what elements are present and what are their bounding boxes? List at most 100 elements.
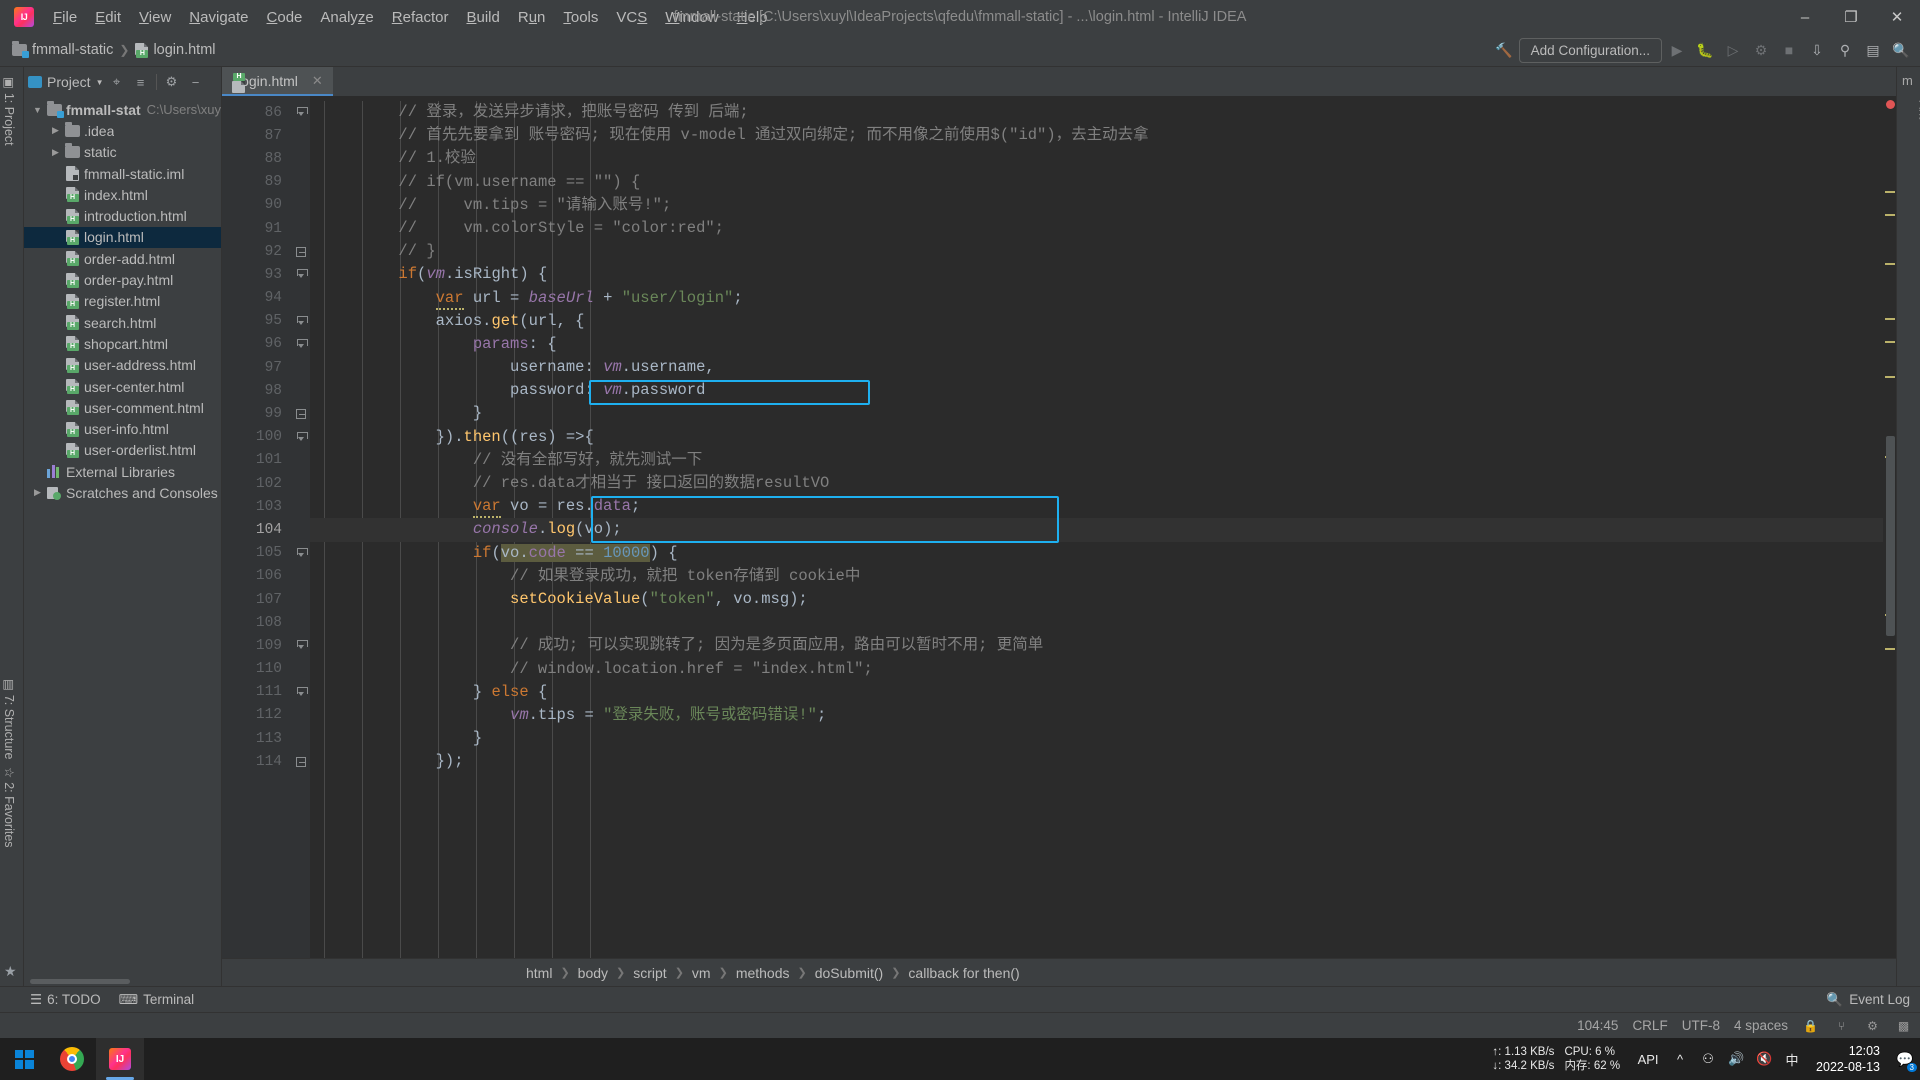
gutter-line-88[interactable]: 88	[222, 147, 288, 170]
memory-icon[interactable]: ▩	[1895, 1017, 1912, 1034]
breadcrumb-body[interactable]: body	[574, 964, 612, 982]
code-line-94[interactable]: var url = baseUrl + "user/login";	[310, 287, 1883, 310]
code-line-87[interactable]: // 首先先要拿到 账号密码; 现在使用 v-model 通过双向绑定; 而不用…	[310, 124, 1883, 147]
code-line-99[interactable]: }	[310, 402, 1883, 425]
search-icon[interactable]: 🔍	[1888, 37, 1914, 63]
fold-region-icon[interactable]	[294, 639, 308, 653]
menu-item-analyze[interactable]: Analyze	[311, 6, 382, 29]
indent-setting[interactable]: 4 spaces	[1734, 1018, 1788, 1033]
run-coverage-icon[interactable]: ▷	[1720, 37, 1746, 63]
fold-region-icon[interactable]	[294, 337, 308, 351]
code-line-95[interactable]: axios.get(url, {	[310, 310, 1883, 333]
gutter-line-108[interactable]: 108	[222, 611, 288, 634]
navbar-crumb-file[interactable]: H login.html	[135, 42, 216, 58]
tool-window-event-log[interactable]: 🔍 Event Log	[1826, 992, 1910, 1008]
tree-item-login-html[interactable]: Hlogin.html	[24, 226, 221, 249]
code-line-105[interactable]: if(vo.code == 10000) {	[310, 542, 1883, 565]
stop-icon[interactable]: ■	[1776, 37, 1802, 63]
lock-icon[interactable]: 🔒	[1802, 1017, 1819, 1034]
error-stripe-badge[interactable]	[1886, 100, 1895, 109]
profile-icon[interactable]: ⚙	[1748, 37, 1774, 63]
notification-center-icon[interactable]: 💬 3	[1890, 1038, 1920, 1080]
gutter-line-113[interactable]: 113	[222, 727, 288, 750]
windows-start-icon[interactable]	[0, 1038, 48, 1080]
code-line-86[interactable]: // 登录，发送异步请求，把账号密码 传到 后端;	[310, 101, 1883, 124]
project-file-tree[interactable]: ▼ fmmall-static C:\Users\xuy ▶ .idea ▶ static f…	[24, 97, 221, 977]
gutter-line-109[interactable]: 109	[222, 634, 308, 657]
mute-icon[interactable]: 🔇	[1750, 1038, 1778, 1080]
source-code[interactable]: // 登录，发送异步请求，把账号密码 传到 后端; // 首先先要拿到 账号密码…	[310, 96, 1883, 958]
maven-icon[interactable]: m	[1902, 73, 1913, 88]
gutter-line-101[interactable]: 101	[222, 449, 288, 472]
usb-icon[interactable]: ⚇	[1694, 1038, 1722, 1080]
navbar-crumb-project[interactable]: fmmall-static	[12, 41, 113, 58]
code-line-91[interactable]: // vm.colorStyle = "color:red";	[310, 217, 1883, 240]
tree-item-introduction-html[interactable]: Hintroduction.html	[24, 205, 221, 226]
debug-icon[interactable]: 🐛	[1692, 37, 1718, 63]
hide-icon[interactable]: −	[185, 71, 207, 93]
breadcrumb-dosubmit[interactable]: doSubmit()	[811, 964, 887, 982]
fold-region-icon[interactable]	[294, 430, 308, 444]
tree-item-fmmall-static[interactable]: ▼ fmmall-static C:\Users\xuy	[24, 99, 221, 120]
gutter-line-89[interactable]: 89	[222, 171, 288, 194]
tree-item-user-center-html[interactable]: Huser-center.html	[24, 376, 221, 397]
code-line-96[interactable]: params: {	[310, 333, 1883, 356]
tree-item-register-html[interactable]: Hregister.html	[24, 291, 221, 312]
menu-item-navigate[interactable]: Navigate	[180, 6, 257, 29]
gutter-line-112[interactable]: 112	[222, 704, 288, 727]
breadcrumb-methods[interactable]: methods	[732, 964, 794, 982]
code-line-101[interactable]: // 没有全部写好，就先测试一下	[310, 449, 1883, 472]
editor-tab-login-html[interactable]: H login.html ✕	[222, 67, 333, 96]
chevron-right-icon[interactable]: ▶	[48, 125, 63, 136]
code-line-89[interactable]: // if(vm.username == "") {	[310, 171, 1883, 194]
gutter-line-111[interactable]: 111	[222, 681, 308, 704]
project-panel-title[interactable]: Project ▼	[28, 74, 104, 90]
gutter-line-105[interactable]: 105	[222, 542, 308, 565]
code-line-109[interactable]: // 成功; 可以实现跳转了; 因为是多页面应用，路由可以暂时不用; 更简单	[310, 634, 1883, 657]
tree-item-index-html[interactable]: Hindex.html	[24, 184, 221, 205]
code-line-102[interactable]: // res.data才相当于 接口返回的数据resultVO	[310, 472, 1883, 495]
tree-item-idea[interactable]: ▶ .idea	[24, 120, 221, 141]
menu-item-tools[interactable]: Tools	[554, 6, 607, 29]
code-line-98[interactable]: password: vm.password	[310, 379, 1883, 402]
gutter-line-110[interactable]: 110	[222, 658, 288, 681]
menu-item-code[interactable]: Code	[258, 6, 312, 29]
breadcrumb-script[interactable]: script	[629, 964, 670, 982]
close-icon[interactable]: ✕	[312, 73, 323, 89]
fold-collapse-icon[interactable]	[294, 755, 308, 769]
gutter-line-92[interactable]: 92	[222, 240, 306, 263]
fold-region-icon[interactable]	[294, 106, 308, 120]
code-line-93[interactable]: if(vm.isRight) {	[310, 263, 1883, 286]
gutter-line-91[interactable]: 91	[222, 217, 288, 240]
fold-region-icon[interactable]	[294, 314, 308, 328]
code-line-107[interactable]: setCookieValue("token", vo.msg);	[310, 588, 1883, 611]
gutter-line-87[interactable]: 87	[222, 124, 288, 147]
sidebar-tab-ant[interactable]: Ant	[1916, 101, 1920, 120]
network-speed-indicator[interactable]: ↑: 1.13 KB/s ↓: 34.2 KB/s	[1492, 1045, 1554, 1073]
sidebar-tab-favorites[interactable]: ☆2: Favorites	[2, 767, 17, 848]
sidebar-tab-project[interactable]: ▣1: Project	[2, 77, 17, 146]
fold-region-icon[interactable]	[294, 546, 308, 560]
tree-item-static[interactable]: ▶ static	[24, 142, 221, 163]
tree-item-user-info-html[interactable]: Huser-info.html	[24, 418, 221, 439]
gutter-line-98[interactable]: 98	[222, 379, 288, 402]
caret-position[interactable]: 104:45	[1577, 1018, 1618, 1033]
code-line-114[interactable]: });	[310, 750, 1883, 773]
gutter-line-114[interactable]: 114	[222, 750, 306, 773]
close-button[interactable]: ✕	[1874, 0, 1920, 34]
file-encoding[interactable]: UTF-8	[1682, 1018, 1720, 1033]
line-separator[interactable]: CRLF	[1632, 1018, 1667, 1033]
git-update-icon[interactable]: ⇩	[1804, 37, 1830, 63]
code-line-103[interactable]: var vo = res.data;	[310, 495, 1883, 519]
menu-item-view[interactable]: View	[130, 6, 180, 29]
chevron-right-icon[interactable]: ▶	[30, 487, 45, 498]
gutter-line-95[interactable]: 95	[222, 310, 308, 333]
gutter-line-100[interactable]: 100	[222, 426, 308, 449]
editor-line-gutter[interactable]: 86 87 88 89 90 91 92 93 94 95 96 97 98 99 100 101 102 103…	[222, 96, 308, 958]
minimize-button[interactable]: –	[1782, 0, 1828, 34]
settings-icon[interactable]: ▤	[1860, 37, 1886, 63]
gutter-line-94[interactable]: 94	[222, 287, 288, 310]
fold-region-icon[interactable]	[294, 268, 308, 282]
run-icon[interactable]: ▶	[1664, 37, 1690, 63]
speaker-icon[interactable]: 🔊	[1722, 1038, 1750, 1080]
